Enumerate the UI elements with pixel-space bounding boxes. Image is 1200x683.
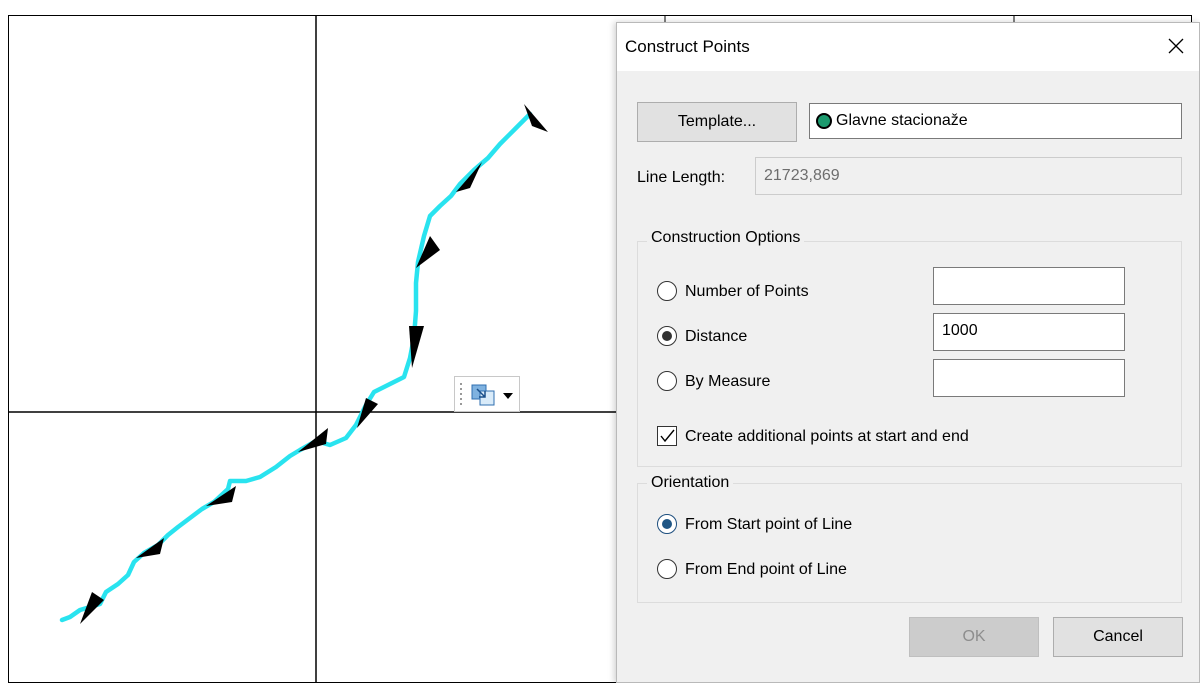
snapping-toolbar[interactable] xyxy=(454,376,520,412)
construction-options-title: Construction Options xyxy=(647,229,805,247)
by-measure-input[interactable] xyxy=(933,359,1125,397)
from-end-label[interactable]: From End point of Line xyxy=(685,561,847,579)
number-of-points-radio[interactable] xyxy=(657,281,677,301)
chevron-down-icon[interactable] xyxy=(503,393,513,399)
distance-label[interactable]: Distance xyxy=(685,328,747,346)
dialog-titlebar[interactable]: Construct Points xyxy=(617,23,1199,71)
checkmark-icon xyxy=(660,429,675,443)
construct-points-dialog: Construct Points Template... Glavne stac… xyxy=(616,22,1200,683)
additional-points-checkbox[interactable] xyxy=(657,426,677,446)
orientation-title: Orientation xyxy=(647,474,734,492)
additional-points-label[interactable]: Create additional points at start and en… xyxy=(685,428,969,446)
from-end-radio[interactable] xyxy=(657,559,677,579)
snapping-tool-icon[interactable] xyxy=(471,384,495,406)
line-length-value: 21723,869 xyxy=(764,167,840,184)
distance-value: 1000 xyxy=(942,322,978,339)
line-length-field: 21723,869 xyxy=(755,157,1182,195)
number-of-points-input[interactable] xyxy=(933,267,1125,305)
line-length-label: Line Length: xyxy=(637,169,726,186)
orientation-group xyxy=(637,483,1182,603)
ok-button-label: OK xyxy=(962,628,986,645)
close-icon xyxy=(1168,38,1184,54)
dotted-grip-icon xyxy=(460,383,462,405)
distance-radio[interactable] xyxy=(657,326,677,346)
cancel-button-label: Cancel xyxy=(1093,628,1143,645)
template-button-label: Template... xyxy=(677,113,757,130)
direction-arrows xyxy=(80,104,548,624)
close-button[interactable] xyxy=(1153,23,1199,69)
arrow-marker xyxy=(409,326,424,368)
dialog-title: Construct Points xyxy=(625,37,750,56)
template-button[interactable]: Template... xyxy=(637,102,797,142)
from-start-label[interactable]: From Start point of Line xyxy=(685,516,852,534)
template-value: Glavne stacionaže xyxy=(836,112,968,129)
cancel-button[interactable]: Cancel xyxy=(1053,617,1183,657)
number-of-points-label[interactable]: Number of Points xyxy=(685,283,809,301)
from-start-radio[interactable] xyxy=(657,514,677,534)
by-measure-radio[interactable] xyxy=(657,371,677,391)
template-field[interactable]: Glavne stacionaže xyxy=(809,103,1182,139)
distance-input[interactable]: 1000 xyxy=(933,313,1125,351)
symbol-swatch-icon xyxy=(816,113,832,129)
arrow-marker xyxy=(206,486,236,506)
ok-button[interactable]: OK xyxy=(909,617,1039,657)
by-measure-label[interactable]: By Measure xyxy=(685,373,770,391)
